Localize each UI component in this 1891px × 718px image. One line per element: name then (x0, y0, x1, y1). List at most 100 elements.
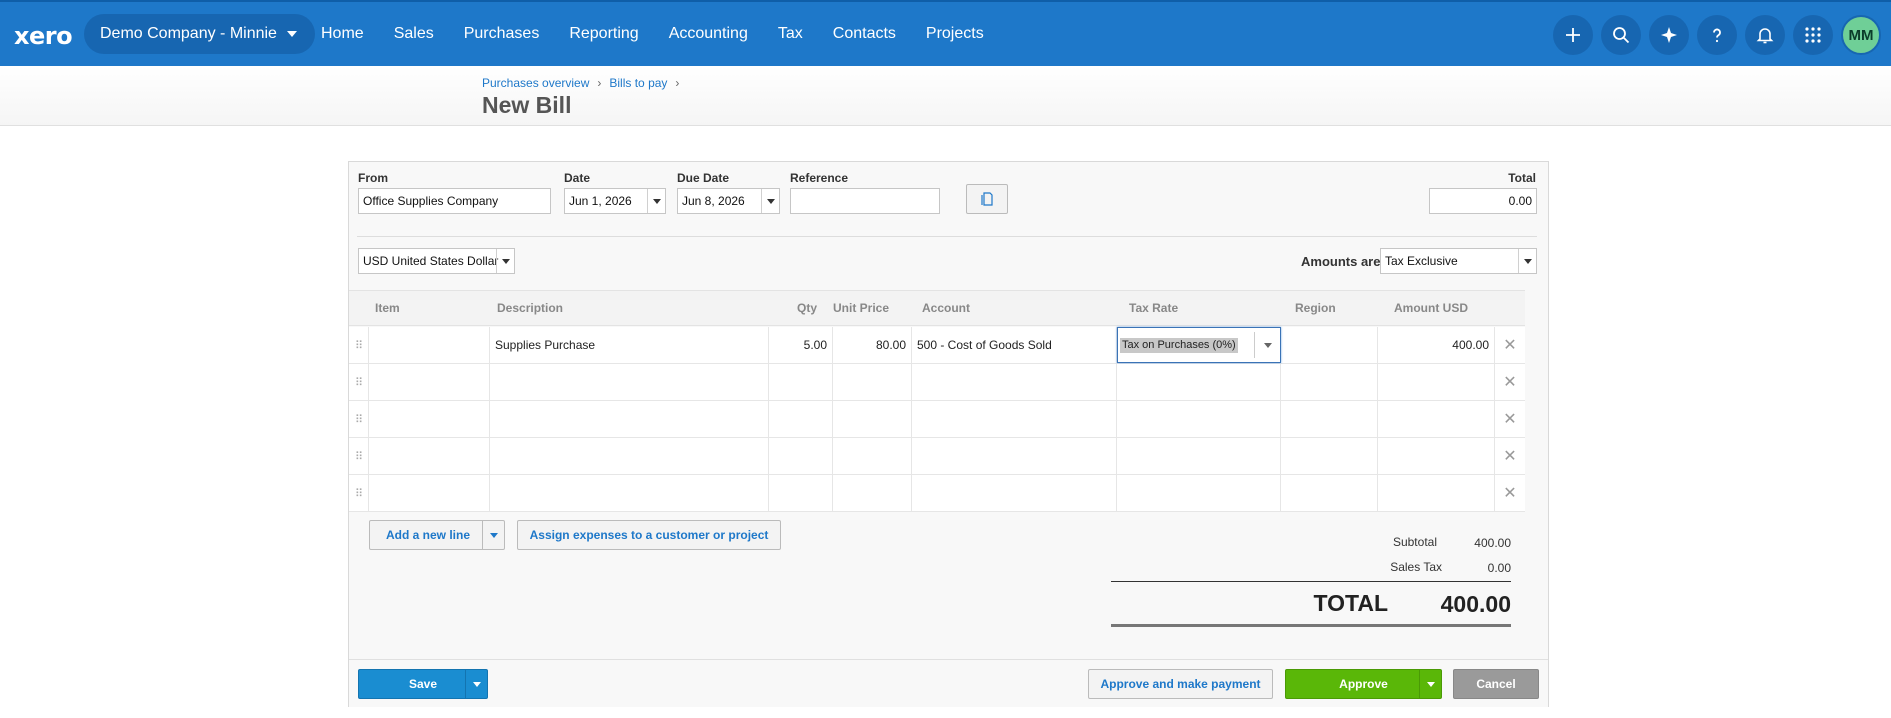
nav-projects[interactable]: Projects (911, 14, 999, 54)
search-icon[interactable] (1601, 15, 1641, 55)
org-switcher[interactable]: Demo Company - Minnie (84, 14, 315, 54)
region-cell[interactable] (1281, 475, 1378, 511)
item-cell[interactable] (369, 475, 490, 511)
item-cell[interactable] (369, 438, 490, 474)
description-cell[interactable] (490, 364, 769, 400)
approve-and-pay-button[interactable]: Approve and make payment (1088, 669, 1273, 699)
unit-price-cell[interactable] (833, 475, 912, 511)
item-cell[interactable] (369, 364, 490, 400)
column-qty: Qty (796, 301, 817, 315)
account-cell[interactable] (912, 364, 1117, 400)
unit-price-cell[interactable] (833, 364, 912, 400)
reference-field[interactable] (790, 188, 940, 214)
assign-expenses-button[interactable]: Assign expenses to a customer or project (517, 520, 781, 550)
region-cell[interactable] (1281, 327, 1378, 363)
table-row: ⠿ ✕ (349, 475, 1525, 512)
delete-row-icon[interactable]: ✕ (1495, 327, 1525, 363)
nav-sales[interactable]: Sales (379, 14, 449, 54)
add-new-line-button[interactable]: Add a new line (369, 520, 505, 550)
currency-select[interactable]: USD United States Dollar (358, 248, 515, 274)
region-cell[interactable] (1281, 401, 1378, 437)
region-cell[interactable] (1281, 438, 1378, 474)
delete-row-icon[interactable]: ✕ (1495, 364, 1525, 400)
tax-rate-cell[interactable] (1117, 438, 1281, 474)
qty-cell[interactable] (769, 401, 833, 437)
calendar-dropdown-icon[interactable] (761, 189, 779, 213)
due-date-field[interactable]: Jun 8, 2026 (677, 188, 780, 214)
breadcrumb-purchases-overview[interactable]: Purchases overview (482, 76, 589, 90)
divider (357, 236, 1537, 237)
account-cell[interactable] (912, 438, 1117, 474)
delete-row-icon[interactable]: ✕ (1495, 401, 1525, 437)
xero-logo[interactable]: xero (14, 22, 73, 50)
amount-cell[interactable] (1378, 475, 1495, 511)
drag-handle-icon[interactable]: ⠿ (349, 475, 369, 511)
delete-row-icon[interactable]: ✕ (1495, 475, 1525, 511)
qty-cell[interactable] (769, 438, 833, 474)
chevron-down-icon[interactable] (496, 249, 514, 273)
bell-icon[interactable] (1745, 15, 1785, 55)
tax-rate-select[interactable]: Tax on Purchases (0%) (1117, 327, 1281, 363)
save-button[interactable]: Save (358, 669, 488, 699)
delete-row-icon[interactable]: ✕ (1495, 438, 1525, 474)
apps-grid-icon[interactable] (1793, 15, 1833, 55)
copy-bill-button[interactable] (966, 184, 1008, 214)
chevron-down-icon[interactable] (1254, 332, 1280, 358)
description-cell[interactable] (490, 438, 769, 474)
breadcrumb-bills-to-pay[interactable]: Bills to pay (609, 76, 667, 90)
tax-rate-cell[interactable] (1117, 364, 1281, 400)
unit-price-cell[interactable] (833, 438, 912, 474)
item-cell[interactable] (369, 327, 490, 363)
account-cell[interactable]: 500 - Cost of Goods Sold (912, 327, 1117, 363)
breadcrumb-separator: › (675, 76, 680, 90)
cancel-button[interactable]: Cancel (1453, 669, 1539, 699)
chevron-down-icon[interactable] (482, 521, 504, 549)
region-cell[interactable] (1281, 364, 1378, 400)
nav-accounting[interactable]: Accounting (654, 14, 763, 54)
tax-rate-cell[interactable] (1117, 475, 1281, 511)
tax-rate-cell[interactable] (1117, 401, 1281, 437)
account-cell[interactable] (912, 475, 1117, 511)
from-label: From (358, 171, 388, 185)
drag-handle-icon[interactable]: ⠿ (349, 438, 369, 474)
nav-home[interactable]: Home (306, 14, 379, 54)
amount-cell[interactable] (1378, 438, 1495, 474)
unit-price-cell[interactable] (833, 401, 912, 437)
unit-price-cell[interactable]: 80.00 (833, 327, 912, 363)
date-field[interactable]: Jun 1, 2026 (564, 188, 666, 214)
bill-form: From Office Supplies Company Date Jun 1,… (348, 161, 1549, 707)
nav-tax[interactable]: Tax (763, 14, 818, 54)
item-cell[interactable] (369, 401, 490, 437)
nav-reporting[interactable]: Reporting (554, 14, 653, 54)
qty-cell[interactable] (769, 475, 833, 511)
add-new-line-label: Add a new line (386, 528, 471, 542)
account-cell[interactable] (912, 401, 1117, 437)
total-value: 400.00 (1440, 591, 1511, 617)
chevron-down-icon[interactable] (1518, 249, 1536, 273)
nav-purchases[interactable]: Purchases (449, 14, 555, 54)
amount-cell[interactable] (1378, 401, 1495, 437)
drag-handle-icon[interactable]: ⠿ (349, 401, 369, 437)
help-icon[interactable] (1697, 15, 1737, 55)
sparkle-icon[interactable] (1649, 15, 1689, 55)
qty-cell[interactable] (769, 364, 833, 400)
chevron-down-icon[interactable] (1419, 670, 1441, 698)
drag-handle-icon[interactable]: ⠿ (349, 364, 369, 400)
from-field[interactable]: Office Supplies Company (358, 188, 551, 214)
user-avatar[interactable]: MM (1841, 15, 1881, 55)
total-field: 0.00 (1429, 188, 1537, 214)
calendar-dropdown-icon[interactable] (647, 189, 665, 213)
amounts-are-select[interactable]: Tax Exclusive (1380, 248, 1537, 274)
chevron-down-icon[interactable] (465, 670, 487, 698)
description-cell[interactable] (490, 401, 769, 437)
qty-cell[interactable]: 5.00 (769, 327, 833, 363)
drag-handle-icon[interactable]: ⠿ (349, 327, 369, 363)
description-cell[interactable] (490, 475, 769, 511)
column-description: Description (497, 301, 564, 315)
amount-cell[interactable] (1378, 364, 1495, 400)
plus-icon[interactable] (1553, 15, 1593, 55)
amount-cell[interactable]: 400.00 (1378, 327, 1495, 363)
approve-button[interactable]: Approve (1285, 669, 1442, 699)
nav-contacts[interactable]: Contacts (818, 14, 911, 54)
description-cell[interactable]: Supplies Purchase (490, 327, 769, 363)
